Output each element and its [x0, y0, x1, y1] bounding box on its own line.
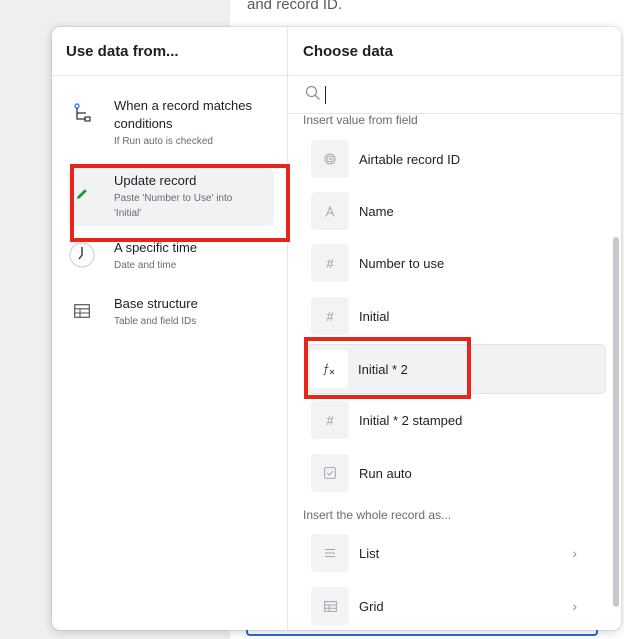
search-bar	[289, 77, 621, 114]
chevron-right-icon: ›	[572, 598, 577, 614]
branch-icon	[68, 99, 96, 127]
field-label: Airtable record ID	[359, 151, 461, 167]
scrollbar[interactable]	[613, 237, 619, 607]
source-item-subtitle: If Run auto is checked	[114, 136, 213, 147]
source-column: Use data from... When a record matches c…	[52, 27, 288, 630]
field-label: Grid	[359, 598, 384, 614]
field-label: Number to use	[359, 255, 445, 271]
number-icon: #	[311, 401, 349, 439]
choose-data-header: Choose data	[289, 27, 621, 76]
search-icon	[305, 85, 321, 106]
field-row-name[interactable]: Name	[309, 189, 605, 233]
source-item-subtitle: Date and time	[114, 260, 177, 271]
source-item-subtitle: Paste 'Number to Use' into 'Initial'	[114, 193, 233, 219]
source-item-title: A specific time	[114, 240, 198, 255]
source-item-update-record[interactable]: Update record Paste 'Number to Use' into…	[68, 168, 274, 226]
field-label: Run auto	[359, 465, 412, 481]
field-label: Name	[359, 203, 394, 219]
field-row-initial-times-2-stamped[interactable]: # Initial * 2 stamped	[309, 398, 605, 442]
record-format-grid[interactable]: Grid ›	[309, 584, 605, 628]
chevron-right-icon: ›	[572, 545, 577, 561]
field-label: Initial	[359, 308, 390, 324]
section-label-fields: Insert value from field	[303, 113, 418, 127]
source-item-title: When a record matches conditions	[114, 98, 253, 131]
source-item-trigger[interactable]: When a record matches conditions If Run …	[68, 97, 274, 151]
fingerprint-icon	[311, 140, 349, 178]
source-column-header: Use data from...	[52, 27, 287, 76]
section-label-record: Insert the whole record as...	[303, 508, 452, 522]
field-row-run-auto[interactable]: Run auto	[309, 451, 605, 495]
field-label: Initial * 2	[358, 361, 408, 377]
source-item-subtitle: Table and field IDs	[114, 316, 197, 327]
field-label: List	[359, 545, 380, 561]
source-item-title: Update record	[114, 173, 197, 188]
checkbox-icon	[311, 454, 349, 492]
clock-icon	[68, 241, 96, 269]
source-item-base-structure[interactable]: Base structure Table and field IDs	[68, 295, 274, 335]
source-item-specific-time[interactable]: A specific time Date and time	[68, 239, 274, 279]
number-icon: #	[311, 297, 349, 335]
data-picker-popup: Use data from... When a record matches c…	[52, 27, 621, 630]
grid-icon	[311, 587, 349, 625]
table-icon	[68, 297, 96, 325]
source-item-title: Base structure	[114, 296, 198, 311]
pencil-icon	[68, 180, 96, 208]
background-description: and record ID.	[247, 0, 343, 13]
choose-data-column: Choose data Insert value from field Airt…	[289, 27, 621, 630]
field-label: Initial * 2 stamped	[359, 412, 463, 428]
field-row-number-to-use[interactable]: # Number to use	[309, 241, 605, 285]
field-row-initial-times-2[interactable]: Initial * 2	[307, 344, 606, 394]
list-icon	[311, 534, 349, 572]
search-input[interactable]	[325, 86, 585, 104]
formula-icon	[310, 350, 348, 388]
number-icon: #	[311, 244, 349, 282]
field-row-initial[interactable]: # Initial	[309, 294, 605, 338]
text-icon	[311, 192, 349, 230]
field-row-airtable-record-id[interactable]: Airtable record ID	[309, 137, 605, 181]
record-format-list[interactable]: List ›	[309, 531, 605, 575]
